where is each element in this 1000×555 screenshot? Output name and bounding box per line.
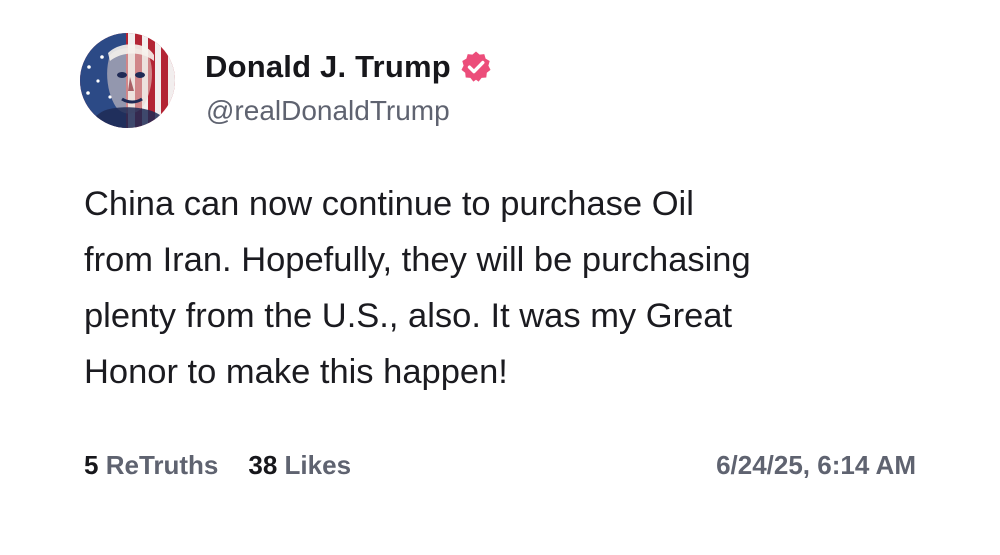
post-text-line: plenty from the U.S., also. It was my Gr… <box>84 297 733 335</box>
retruths-label: ReTruths <box>105 449 219 480</box>
display-name[interactable]: Donald J. Trump <box>205 49 451 85</box>
likes-count: 38 <box>248 449 278 480</box>
post-text-line: from Iran. Hopefully, they will be purch… <box>84 241 751 279</box>
post-text-line: Honor to make this happen! <box>84 353 508 391</box>
flag-portrait-avatar-icon <box>80 33 175 128</box>
verified-badge-icon <box>459 50 493 84</box>
retruths-stat[interactable]: 5 ReTruths <box>84 450 218 481</box>
retruths-count: 5 <box>84 449 99 480</box>
likes-label: Likes <box>284 449 352 480</box>
author-handle[interactable]: @realDonaldTrump <box>206 95 450 127</box>
post-text-line: China can now continue to purchase Oil <box>84 185 694 223</box>
post-card: Donald J. Trump @realDonaldTrump China c… <box>0 0 1000 555</box>
likes-stat[interactable]: 38 Likes <box>248 450 351 481</box>
avatar[interactable] <box>80 33 175 128</box>
author-row: Donald J. Trump <box>205 47 493 87</box>
post-footer: 5 ReTruths 38 Likes 6/24/25, 6:14 AM <box>84 448 916 482</box>
post-timestamp[interactable]: 6/24/25, 6:14 AM <box>716 450 916 481</box>
post-text: China can now continue to purchase Oil f… <box>84 176 944 400</box>
